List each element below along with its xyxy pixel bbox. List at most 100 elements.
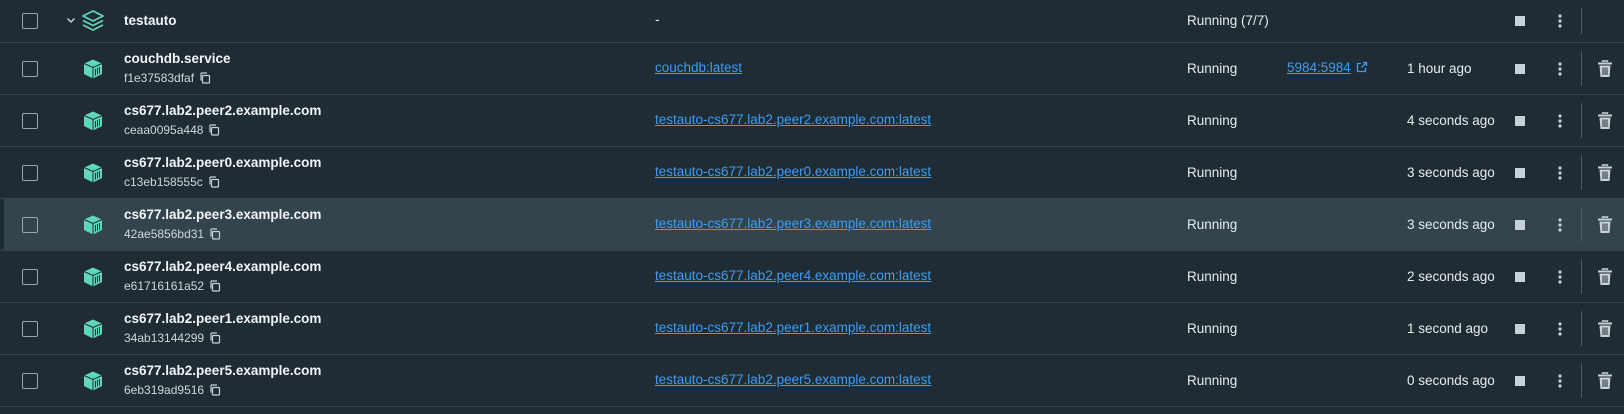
copy-icon[interactable] <box>209 384 221 396</box>
divider <box>1581 259 1582 294</box>
stop-icon[interactable] <box>1514 15 1526 27</box>
container-id: c13eb158555c <box>124 175 220 189</box>
containers-table: testauto - Running (7/7) couchdb.service… <box>0 0 1624 407</box>
port-link[interactable]: 5984:5984 <box>1287 60 1368 75</box>
container-started: 4 seconds ago <box>1407 112 1495 128</box>
stop-icon[interactable] <box>1514 323 1526 335</box>
stop-icon[interactable] <box>1514 167 1526 179</box>
stack-name: testauto <box>124 13 177 28</box>
container-icon <box>83 111 103 130</box>
copy-icon[interactable] <box>209 332 221 344</box>
container-icon <box>83 371 103 390</box>
container-started: 3 seconds ago <box>1407 164 1495 180</box>
container-started: 2 seconds ago <box>1407 268 1495 284</box>
container-name: cs677.lab2.peer2.example.com <box>124 103 322 118</box>
stop-icon[interactable] <box>1514 375 1526 387</box>
image-link[interactable]: testauto-cs677.lab2.peer0.example.com:la… <box>655 164 931 179</box>
container-row[interactable]: cs677.lab2.peer3.example.com 42ae5856bd3… <box>0 199 1624 251</box>
divider <box>1581 51 1582 86</box>
container-name: cs677.lab2.peer5.example.com <box>124 363 322 378</box>
divider <box>1581 103 1582 138</box>
stack-row-testauto[interactable]: testauto - Running (7/7) <box>0 0 1624 43</box>
trash-icon[interactable] <box>1597 371 1613 390</box>
container-id-text: 6eb319ad9516 <box>124 383 205 397</box>
more-vertical-icon[interactable] <box>1553 269 1567 285</box>
more-vertical-icon[interactable] <box>1553 165 1567 181</box>
container-id-text: 42ae5856bd31 <box>124 227 205 241</box>
container-name: cs677.lab2.peer4.example.com <box>124 259 322 274</box>
copy-icon[interactable] <box>209 228 221 240</box>
image-link[interactable]: testauto-cs677.lab2.peer5.example.com:la… <box>655 372 931 387</box>
trash-icon[interactable] <box>1597 163 1613 182</box>
more-vertical-icon[interactable] <box>1553 321 1567 337</box>
divider <box>1581 207 1582 242</box>
more-vertical-icon[interactable] <box>1553 217 1567 233</box>
divider <box>1581 363 1582 398</box>
container-id: 42ae5856bd31 <box>124 227 221 241</box>
trash-icon[interactable] <box>1597 111 1613 130</box>
image-link[interactable]: testauto-cs677.lab2.peer4.example.com:la… <box>655 268 931 283</box>
container-name: cs677.lab2.peer1.example.com <box>124 311 322 326</box>
copy-icon[interactable] <box>209 280 221 292</box>
port-text[interactable]: 5984:5984 <box>1287 60 1351 75</box>
stack-status: Running (7/7) <box>1187 13 1269 28</box>
row-checkbox[interactable] <box>22 268 38 285</box>
stop-icon[interactable] <box>1514 115 1526 127</box>
image-link[interactable]: testauto-cs677.lab2.peer3.example.com:la… <box>655 216 931 231</box>
stack-image: - <box>655 12 660 27</box>
image-link[interactable]: testauto-cs677.lab2.peer2.example.com:la… <box>655 112 931 127</box>
trash-icon[interactable] <box>1597 59 1613 78</box>
row-checkbox[interactable] <box>22 320 38 337</box>
container-row[interactable]: cs677.lab2.peer4.example.com e61716161a5… <box>0 251 1624 303</box>
more-vertical-icon[interactable] <box>1553 61 1567 77</box>
container-id-text: 34ab13144299 <box>124 331 205 345</box>
divider <box>1581 155 1582 190</box>
container-row[interactable]: cs677.lab2.peer0.example.com c13eb158555… <box>0 147 1624 199</box>
container-icon <box>83 59 103 78</box>
container-started: 3 seconds ago <box>1407 216 1495 232</box>
trash-icon[interactable] <box>1597 215 1613 234</box>
stop-icon[interactable] <box>1514 219 1526 231</box>
more-vertical-icon[interactable] <box>1553 113 1567 129</box>
container-started: 0 seconds ago <box>1407 372 1495 388</box>
container-name: couchdb.service <box>124 51 231 66</box>
trash-icon[interactable] <box>1597 319 1613 338</box>
copy-icon[interactable] <box>208 176 220 188</box>
chevron-down-icon[interactable] <box>65 14 77 26</box>
container-started: 1 hour ago <box>1407 60 1472 76</box>
container-id: 6eb319ad9516 <box>124 383 221 397</box>
row-checkbox[interactable] <box>22 164 38 181</box>
stop-icon[interactable] <box>1514 271 1526 283</box>
more-vertical-icon[interactable] <box>1553 373 1567 389</box>
container-id: e61716161a52 <box>124 279 221 293</box>
container-row[interactable]: cs677.lab2.peer2.example.com ceaa0095a44… <box>0 95 1624 147</box>
container-icon <box>83 319 103 338</box>
container-id-text: c13eb158555c <box>124 175 203 189</box>
container-id: 34ab13144299 <box>124 331 221 345</box>
container-icon <box>83 163 103 182</box>
image-link[interactable]: testauto-cs677.lab2.peer1.example.com:la… <box>655 320 931 335</box>
container-row[interactable]: cs677.lab2.peer1.example.com 34ab1314429… <box>0 303 1624 355</box>
container-status: Running <box>1187 216 1238 232</box>
copy-icon[interactable] <box>208 124 220 136</box>
row-checkbox[interactable] <box>22 216 38 233</box>
container-id-text: f1e37583dfaf <box>124 71 195 85</box>
row-checkbox[interactable] <box>22 112 38 129</box>
container-id-text: e61716161a52 <box>124 279 205 293</box>
container-status: Running <box>1187 112 1238 128</box>
copy-icon[interactable] <box>199 72 211 84</box>
container-row[interactable]: cs677.lab2.peer5.example.com 6eb319ad951… <box>0 355 1624 407</box>
external-link-icon[interactable] <box>1356 61 1368 73</box>
more-vertical-icon[interactable] <box>1553 13 1567 29</box>
stop-icon[interactable] <box>1514 63 1526 75</box>
divider <box>1581 311 1582 346</box>
trash-icon[interactable] <box>1597 267 1613 286</box>
row-checkbox[interactable] <box>22 372 38 389</box>
image-link[interactable]: couchdb:latest <box>655 60 742 75</box>
row-checkbox[interactable] <box>22 13 38 29</box>
container-icon <box>83 267 103 286</box>
container-status: Running <box>1187 268 1238 284</box>
row-checkbox[interactable] <box>22 60 38 77</box>
container-row[interactable]: couchdb.service f1e37583dfaf couchdb:lat… <box>0 43 1624 95</box>
container-id: ceaa0095a448 <box>124 123 220 137</box>
